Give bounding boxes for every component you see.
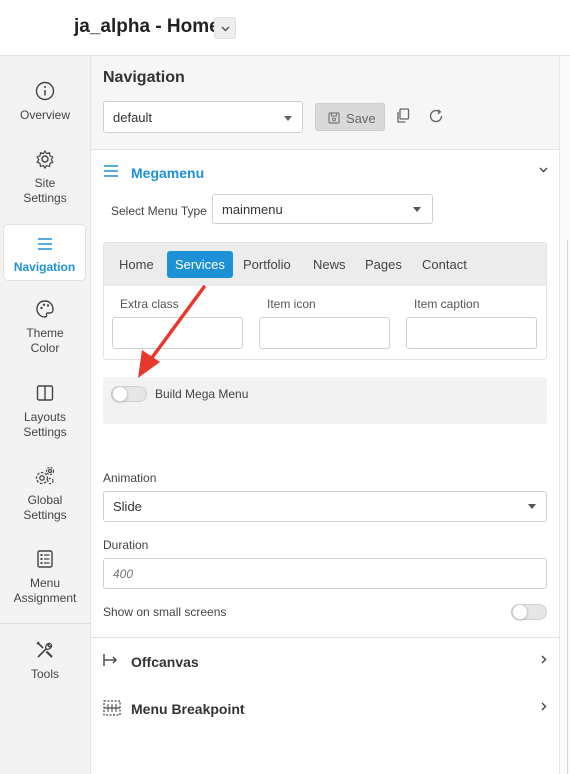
arrow-shaft: [149, 285, 206, 361]
annotation-arrow: [138, 285, 206, 378]
